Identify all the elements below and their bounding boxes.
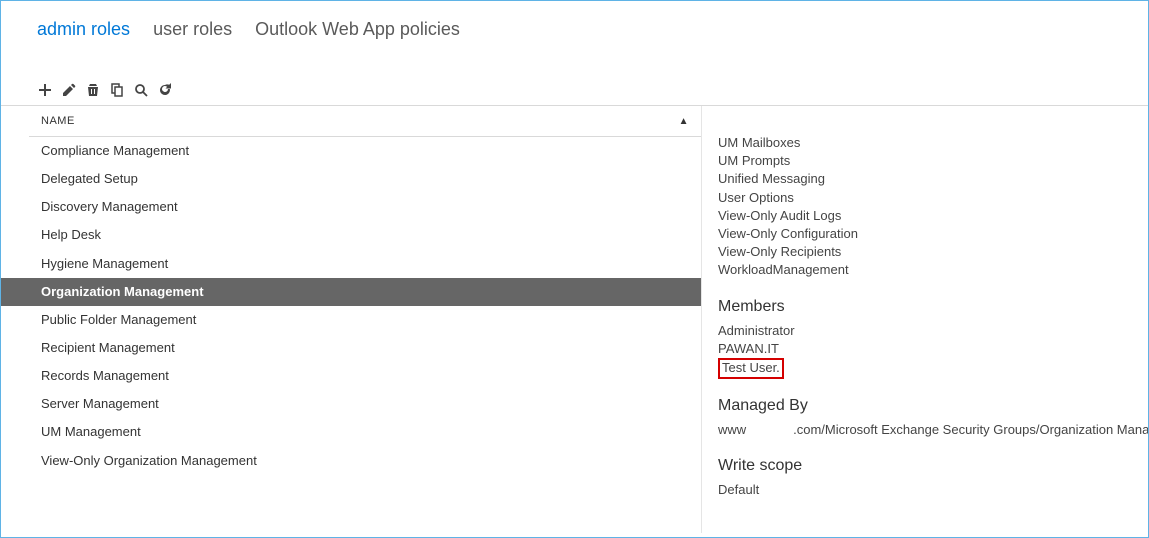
managed-by-section: Managed By www .com/Microsoft Exchange S…	[718, 397, 1148, 439]
list-item[interactable]: View-Only Organization Management	[1, 447, 701, 475]
assigned-roles-tail: UM MailboxesUM PromptsUnified MessagingU…	[718, 134, 1148, 280]
member-entry: Administrator	[718, 322, 1148, 340]
assigned-role: View-Only Configuration	[718, 225, 1148, 243]
highlighted-member: Test User.	[718, 358, 784, 379]
trash-icon[interactable]	[85, 82, 101, 98]
assigned-role: View-Only Recipients	[718, 243, 1148, 261]
plus-icon[interactable]	[37, 82, 53, 98]
list-item[interactable]: Recipient Management	[1, 334, 701, 362]
list-item[interactable]: Hygiene Management	[1, 250, 701, 278]
tab-owa-policies[interactable]: Outlook Web App policies	[255, 19, 460, 40]
permissions-window: admin roles user roles Outlook Web App p…	[0, 0, 1149, 538]
column-header-label: NAME	[41, 115, 75, 127]
list-item[interactable]: Server Management	[1, 390, 701, 418]
search-icon[interactable]	[133, 82, 149, 98]
member-entry: Test User.	[718, 358, 1148, 379]
list-item[interactable]: Public Folder Management	[1, 306, 701, 334]
write-scope-heading: Write scope	[718, 457, 1148, 475]
sort-asc-icon: ▲	[679, 116, 689, 127]
member-entry: PAWAN.IT	[718, 340, 1148, 358]
managed-by-value: www .com/Microsoft Exchange Security Gro…	[718, 421, 1148, 439]
assigned-role: WorkloadManagement	[718, 261, 1148, 279]
list-item[interactable]: Discovery Management	[1, 193, 701, 221]
list-item[interactable]: Compliance Management	[1, 137, 701, 165]
toolbar	[1, 75, 1148, 105]
tab-admin-roles[interactable]: admin roles	[37, 19, 130, 40]
managed-by-heading: Managed By	[718, 397, 1148, 415]
copy-icon[interactable]	[109, 82, 125, 98]
list-item[interactable]: UM Management	[1, 418, 701, 446]
pencil-icon[interactable]	[61, 82, 77, 98]
list-item[interactable]: Help Desk	[1, 221, 701, 249]
members-section: Members AdministratorPAWAN.ITTest User.	[718, 298, 1148, 379]
refresh-icon[interactable]	[157, 82, 173, 98]
assigned-role: UM Mailboxes	[718, 134, 1148, 152]
details-scroll[interactable]: UM MailboxesUM PromptsUnified MessagingU…	[718, 134, 1148, 533]
tab-strip: admin roles user roles Outlook Web App p…	[1, 1, 1148, 75]
write-scope-value: Default	[718, 481, 1148, 499]
list-item[interactable]: Delegated Setup	[1, 165, 701, 193]
column-header-name[interactable]: NAME ▲	[29, 106, 701, 137]
members-heading: Members	[718, 298, 1148, 316]
assigned-role: View-Only Audit Logs	[718, 207, 1148, 225]
write-scope-section: Write scope Default	[718, 457, 1148, 499]
assigned-role: UM Prompts	[718, 152, 1148, 170]
role-groups-pane: NAME ▲ Compliance ManagementDelegated Se…	[1, 106, 702, 533]
details-pane: UM MailboxesUM PromptsUnified MessagingU…	[702, 106, 1148, 533]
tab-user-roles[interactable]: user roles	[153, 19, 232, 40]
list-item[interactable]: Organization Management	[1, 278, 701, 306]
list-item[interactable]: Records Management	[1, 362, 701, 390]
content-columns: NAME ▲ Compliance ManagementDelegated Se…	[1, 105, 1148, 533]
assigned-role: User Options	[718, 189, 1148, 207]
role-groups-list[interactable]: Compliance ManagementDelegated SetupDisc…	[1, 137, 701, 533]
assigned-role: Unified Messaging	[718, 170, 1148, 188]
